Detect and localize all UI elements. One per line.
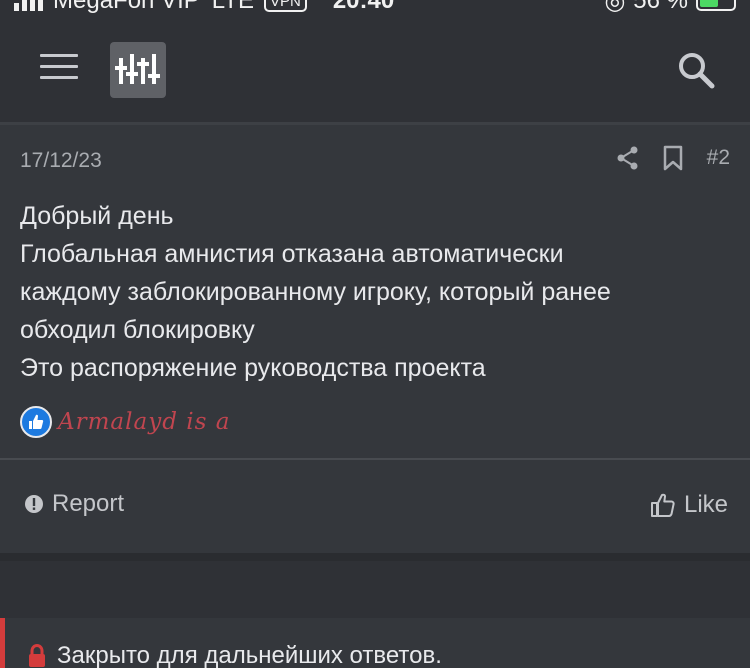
search-icon xyxy=(679,53,715,89)
app-header xyxy=(0,14,750,122)
battery-icon xyxy=(696,0,736,11)
hamburger-icon xyxy=(40,54,78,57)
signal-icon xyxy=(14,0,43,11)
reactions-bar[interactable]: Armalayd is a xyxy=(20,406,230,438)
post-line: каждому заблокированному игроку, который… xyxy=(20,278,611,306)
hamburger-icon-line xyxy=(40,76,78,79)
alert-icon xyxy=(25,495,43,513)
post-date[interactable]: 17/12/23 xyxy=(20,149,102,173)
bookmark-button[interactable] xyxy=(663,145,683,171)
status-bar: MegaFon VIP LTE VPN 20:40 ◎ 56 % xyxy=(0,0,750,14)
post-line: обходил блокировку xyxy=(20,316,255,344)
post-footer-divider xyxy=(0,458,750,460)
lock-icon xyxy=(29,644,45,667)
hamburger-icon-line xyxy=(40,65,78,68)
search-button[interactable] xyxy=(676,50,716,90)
thumbs-up-icon xyxy=(29,414,44,429)
carrier-name: MegaFon VIP xyxy=(53,0,200,14)
clock: 20:40 xyxy=(332,0,395,14)
share-icon xyxy=(617,146,638,170)
equalizer-icon xyxy=(115,54,160,84)
post-card: 17/12/23 #2 Добрый день Глобальная амнис… xyxy=(0,125,750,553)
post-line: Глобальная амнистия отказана автоматичес… xyxy=(20,240,564,268)
post-number-link[interactable]: #2 xyxy=(707,146,730,170)
like-label: Like xyxy=(683,491,728,518)
like-reaction-icon xyxy=(20,406,52,438)
share-button[interactable] xyxy=(617,146,639,170)
thumbs-up-icon xyxy=(650,493,675,517)
thread-closed-notice: Закрыто для дальнейших ответов. xyxy=(0,618,750,668)
network-type: LTE xyxy=(211,0,254,14)
closed-text: Закрыто для дальнейших ответов. xyxy=(57,642,442,668)
bookmark-icon xyxy=(663,145,682,171)
section-gap xyxy=(0,553,750,561)
report-label: Report xyxy=(52,490,125,517)
post-line: Это распоряжение руководства проекта xyxy=(20,354,486,382)
vpn-badge: VPN xyxy=(263,0,307,12)
post-actions: #2 xyxy=(617,145,730,171)
menu-button[interactable] xyxy=(40,54,78,82)
post-body: Добрый день Глобальная амнистия отказана… xyxy=(20,197,730,387)
reaction-user-name[interactable]: Armalayd is a xyxy=(58,409,230,435)
post-line: Добрый день xyxy=(20,202,174,230)
rotation-lock-icon: ◎ xyxy=(604,0,626,14)
battery-percent: 56 % xyxy=(633,0,688,14)
site-logo[interactable] xyxy=(110,42,166,98)
report-button[interactable]: Report xyxy=(24,490,124,518)
like-button[interactable]: Like xyxy=(650,491,728,519)
